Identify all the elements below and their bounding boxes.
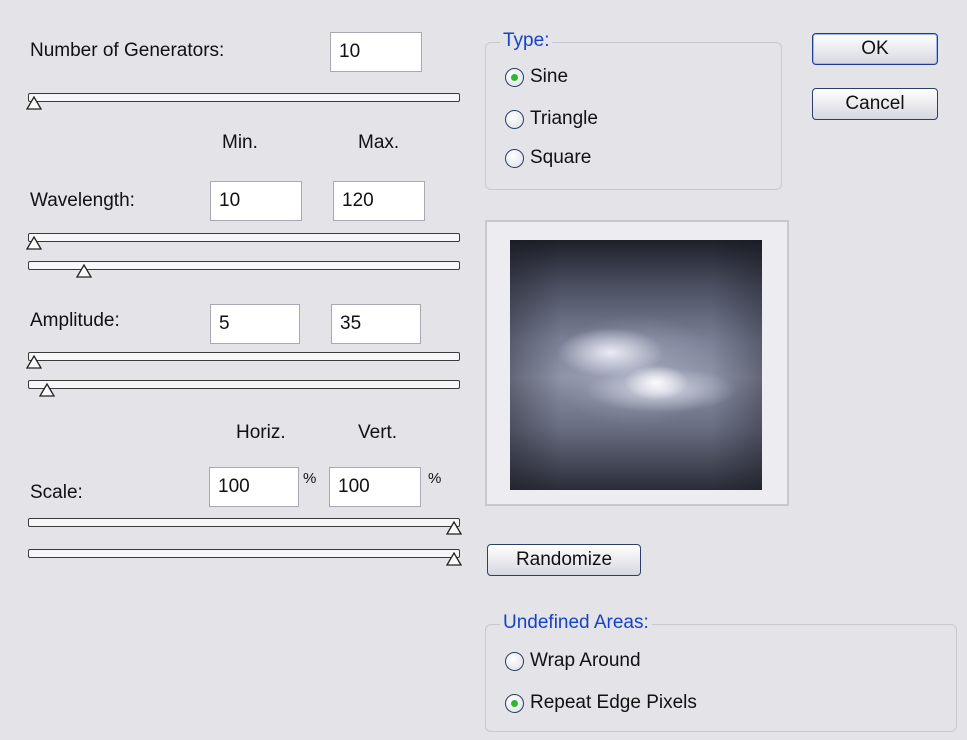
type-option-sine[interactable]: Sine [505, 66, 568, 88]
undefined-option-label: Repeat Edge Pixels [530, 692, 697, 713]
type-legend: Type: [500, 30, 553, 52]
scale-vert-unit: % [428, 470, 442, 487]
amplitude-max-slider-thumb[interactable] [38, 383, 55, 397]
wavelength-min-slider-thumb[interactable] [26, 236, 42, 250]
scale-label: Scale: [30, 482, 83, 503]
scale-horiz-unit: % [303, 470, 317, 487]
amplitude-max-input[interactable]: 35 [331, 304, 421, 344]
amplitude-min-input[interactable]: 5 [210, 304, 300, 344]
wavelength-max-slider-thumb[interactable] [76, 264, 93, 278]
preview-image [510, 240, 762, 490]
wavelength-max-slider[interactable] [28, 261, 460, 270]
undefined-option-wrap-around[interactable]: Wrap Around [505, 650, 641, 672]
wavelength-min-slider[interactable] [28, 233, 460, 242]
generators-input[interactable]: 10 [330, 32, 422, 72]
amplitude-label: Amplitude: [30, 310, 120, 331]
wavelength-max-input[interactable]: 120 [333, 181, 425, 221]
generators-label: Number of Generators: [30, 40, 225, 61]
type-option-square[interactable]: Square [505, 147, 591, 169]
generators-slider[interactable] [28, 93, 460, 102]
ok-button[interactable]: OK [812, 33, 938, 65]
radio-icon[interactable] [505, 651, 524, 671]
horiz-column-header: Horiz. [236, 422, 286, 443]
scale-vert-input[interactable]: 100 [329, 467, 421, 507]
type-option-label: Triangle [530, 108, 598, 129]
scale-horiz-slider[interactable] [28, 518, 460, 527]
scale-horiz-input[interactable]: 100 [209, 467, 299, 507]
radio-icon[interactable] [505, 109, 524, 129]
type-option-triangle[interactable]: Triangle [505, 108, 598, 130]
radio-icon[interactable] [505, 148, 524, 168]
type-option-label: Square [530, 147, 592, 168]
undefined-areas-group [485, 624, 957, 732]
amplitude-min-slider-thumb[interactable] [26, 355, 42, 369]
min-column-header: Min. [222, 132, 258, 153]
vert-column-header: Vert. [358, 422, 398, 443]
amplitude-max-slider[interactable] [28, 380, 460, 389]
undefined-option-repeat-edge-pixels[interactable]: Repeat Edge Pixels [505, 692, 697, 714]
cancel-button[interactable]: Cancel [812, 88, 938, 120]
max-column-header: Max. [358, 132, 400, 153]
radio-icon[interactable] [505, 67, 524, 87]
scale-horiz-slider-thumb[interactable] [446, 521, 462, 535]
amplitude-min-slider[interactable] [28, 352, 460, 361]
scale-vert-slider-thumb[interactable] [446, 552, 462, 566]
generators-slider-thumb[interactable] [26, 96, 42, 110]
undefined-option-label: Wrap Around [530, 650, 641, 671]
wavelength-min-input[interactable]: 10 [210, 181, 302, 221]
radio-icon[interactable] [505, 693, 524, 713]
type-option-label: Sine [530, 66, 569, 87]
undefined-areas-legend: Undefined Areas: [500, 612, 652, 634]
wavelength-label: Wavelength: [30, 190, 135, 211]
scale-vert-slider[interactable] [28, 549, 460, 558]
randomize-button[interactable]: Randomize [487, 544, 641, 576]
